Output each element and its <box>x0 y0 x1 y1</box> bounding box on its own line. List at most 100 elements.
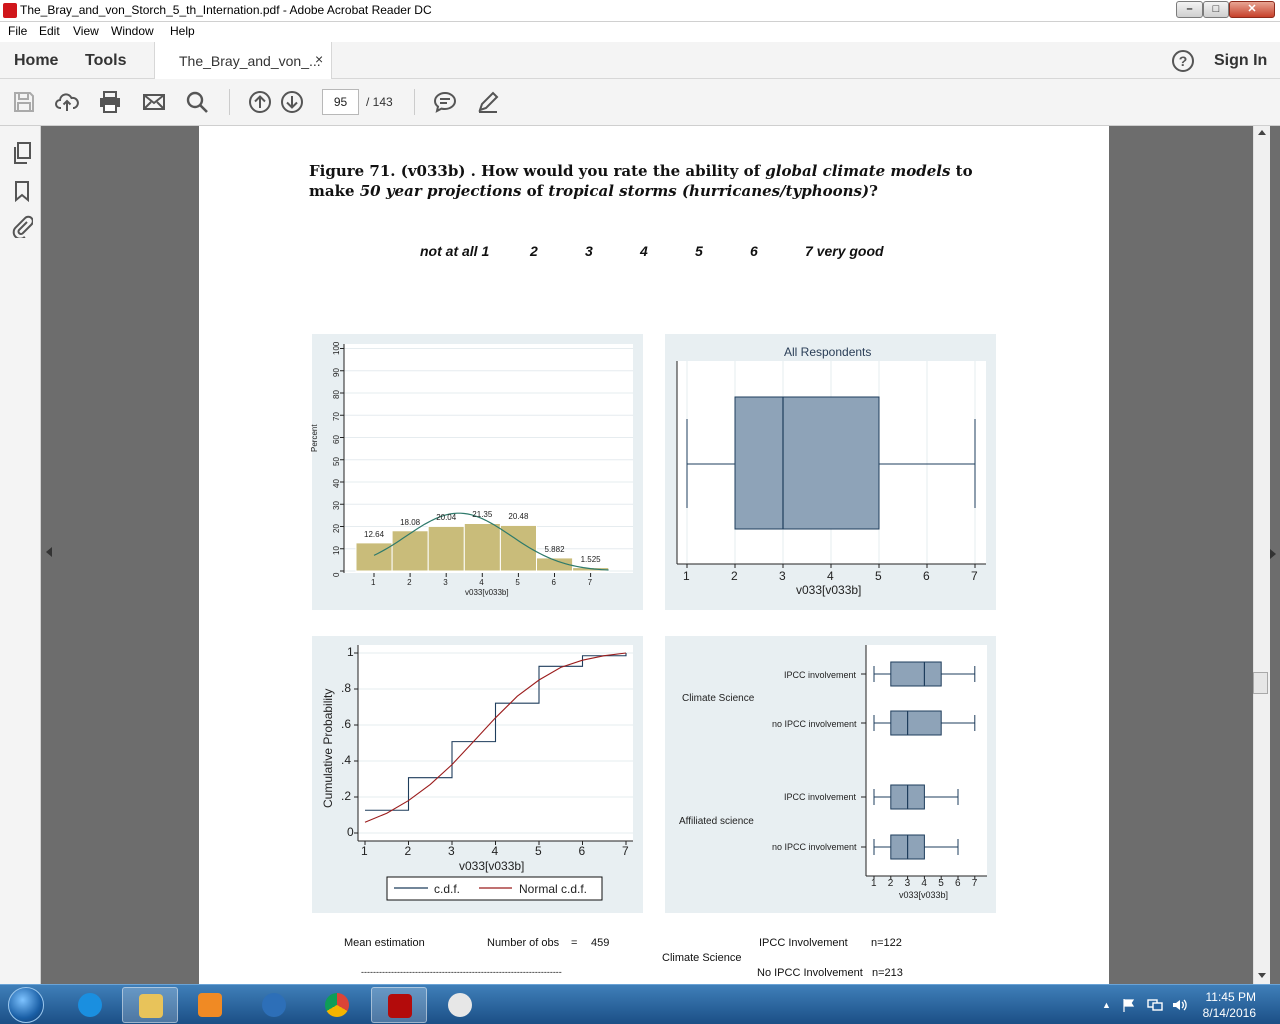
bookmark-icon[interactable] <box>13 180 31 202</box>
cdf-y-tick-label: 0 <box>347 825 354 839</box>
footer-rule: ----------------------------------------… <box>361 967 562 977</box>
close-tab-icon[interactable]: × <box>315 51 323 67</box>
histogram-x-tick-label: 3 <box>443 578 448 587</box>
menu-view[interactable]: View <box>73 24 99 38</box>
chrome-icon[interactable] <box>309 987 365 1023</box>
cdf-x-tick-label: 4 <box>491 844 499 858</box>
close-button[interactable]: ✕ <box>1229 1 1275 18</box>
histogram-y-tick-label: 100 <box>332 341 341 355</box>
histogram-y-tick-label: 20 <box>332 523 341 533</box>
help-icon[interactable]: ? <box>1172 50 1194 72</box>
cdf-y-tick-label: .4 <box>341 753 352 767</box>
document-tab-label: The_Bray_and_von_... <box>179 53 321 69</box>
boxplot-all-x-tick-label: 6 <box>923 569 930 583</box>
histogram-chart <box>340 344 633 577</box>
cdf-x-tick-label: 7 <box>622 844 629 858</box>
sign-in-button[interactable]: Sign In <box>1214 52 1267 70</box>
histogram-panel: 0 10 20 30 40 50 60 70 80 90 100 1 2 3 4 5 6 7 12.64 18.0… <box>310 334 643 610</box>
histogram-y-tick-label: 10 <box>332 545 341 555</box>
start-button[interactable] <box>8 987 44 1023</box>
boxplot-groups-x-tick-label: 7 <box>971 878 978 889</box>
pen-icon[interactable] <box>476 90 500 114</box>
ipcc-n-value: n=122 <box>871 937 902 949</box>
histogram-x-tick-label: 4 <box>479 578 484 587</box>
tray-expand-icon[interactable]: ▲ <box>1102 1000 1111 1010</box>
page-up-icon[interactable] <box>248 90 272 114</box>
scale-label-1: not at all 1 <box>420 243 490 259</box>
minimize-button[interactable]: – <box>1176 1 1203 18</box>
histogram-x-tick-label: 6 <box>551 578 556 587</box>
cdf-x-tick-label: 6 <box>578 844 586 858</box>
cdf-y-tick-label: .6 <box>341 717 352 731</box>
paint-icon[interactable] <box>432 987 488 1023</box>
network-icon[interactable] <box>1147 998 1163 1012</box>
scroll-down-icon[interactable] <box>1258 973 1266 978</box>
scale-label-5: 5 <box>695 243 703 259</box>
internet-explorer-icon[interactable] <box>62 987 118 1023</box>
histogram-y-tick-label: 0 <box>332 572 341 577</box>
right-pane-expand-icon[interactable] <box>1270 549 1276 559</box>
box-label-as-no-ipcc: no IPCC involvement <box>772 842 857 852</box>
tab-home[interactable]: Home <box>14 52 58 70</box>
histogram-bar <box>427 525 465 572</box>
histogram-x-tick-label: 1 <box>371 578 376 587</box>
title-bar: The_Bray_and_von_Storch_5_th_Internation… <box>0 0 1280 22</box>
scroll-up-icon[interactable] <box>1258 130 1266 135</box>
histogram-x-tick-label: 2 <box>407 578 412 587</box>
menu-window[interactable]: Window <box>111 24 154 38</box>
histogram-value-label: 21.35 <box>472 510 493 520</box>
flag-icon[interactable] <box>1122 998 1136 1012</box>
tab-tools[interactable]: Tools <box>85 52 126 70</box>
maximize-button[interactable]: □ <box>1203 1 1229 18</box>
cdf-y-tick-label: .2 <box>341 789 352 803</box>
volume-icon[interactable] <box>1171 997 1187 1013</box>
menu-file[interactable]: File <box>8 24 27 38</box>
page-down-icon[interactable] <box>280 90 304 114</box>
cdf-y-tick-label: 1 <box>347 645 354 659</box>
vertical-scrollbar[interactable] <box>1253 126 1270 984</box>
page-number-input[interactable]: 95 <box>322 89 359 115</box>
clock-time[interactable]: 11:45 PM <box>1202 990 1256 1004</box>
scrollbar-thumb[interactable] <box>1253 672 1268 694</box>
search-icon[interactable] <box>185 90 209 114</box>
no-ipcc-n-value: n=213 <box>872 967 903 979</box>
cdf-x-tick-label: 5 <box>535 844 542 858</box>
comment-icon[interactable] <box>433 90 457 114</box>
tab-bar: Home Tools The_Bray_and_von_... × ? Sign… <box>0 42 1280 79</box>
file-explorer-icon[interactable] <box>122 987 178 1023</box>
email-icon[interactable] <box>142 90 166 114</box>
network-globe-icon[interactable] <box>246 987 302 1023</box>
boxplot-all-panel: All Respondents 1234567 v033[v033b] <box>665 334 996 610</box>
menu-bar: File Edit View Window Help <box>0 22 1280 42</box>
pages-icon[interactable] <box>11 141 33 165</box>
upload-icon[interactable] <box>55 90 79 114</box>
acrobat-icon[interactable] <box>371 987 427 1023</box>
print-icon[interactable] <box>98 90 122 114</box>
tab-document[interactable]: The_Bray_and_von_... × <box>154 42 332 79</box>
box-label-cs-ipcc: IPCC involvement <box>784 670 857 680</box>
boxplot-groups-x-tick-label: 4 <box>921 878 927 889</box>
boxplot-groups-x-tick-label: 3 <box>904 878 911 889</box>
climate-science-label: Climate Science <box>662 952 742 964</box>
obs-value: 459 <box>591 937 610 949</box>
left-pane-collapse-icon[interactable] <box>46 547 52 557</box>
media-player-icon[interactable] <box>182 987 238 1023</box>
toolbar: 95 / 143 <box>0 79 1280 126</box>
clock-date[interactable]: 8/14/2016 <box>1196 1006 1256 1020</box>
boxplot-all-x-tick-label: 7 <box>971 569 978 583</box>
no-ipcc-involvement-label: No IPCC Involvement <box>757 967 863 979</box>
save-icon[interactable] <box>12 90 36 114</box>
menu-help[interactable]: Help <box>170 24 195 38</box>
menu-edit[interactable]: Edit <box>39 24 60 38</box>
histogram-value-label: 18.08 <box>400 517 421 527</box>
pdf-page: Figure 71. (v033b) . How would you rate … <box>199 126 1109 984</box>
attachment-icon[interactable] <box>11 214 33 238</box>
cdf-y-axis-title: Cumulative Probability <box>321 688 335 808</box>
cdf-panel: 0.2.4.6.8 1 1234567 c.d.f. Normal c.d.f. … <box>312 636 643 913</box>
histogram-y-tick-label: 70 <box>332 412 341 422</box>
left-sidebar <box>0 126 41 984</box>
toolbar-separator <box>414 89 415 115</box>
histogram-bar <box>463 522 501 572</box>
histogram-y-tick-label: 50 <box>332 456 341 466</box>
boxplot-all-x-tick-label: 1 <box>683 569 690 583</box>
